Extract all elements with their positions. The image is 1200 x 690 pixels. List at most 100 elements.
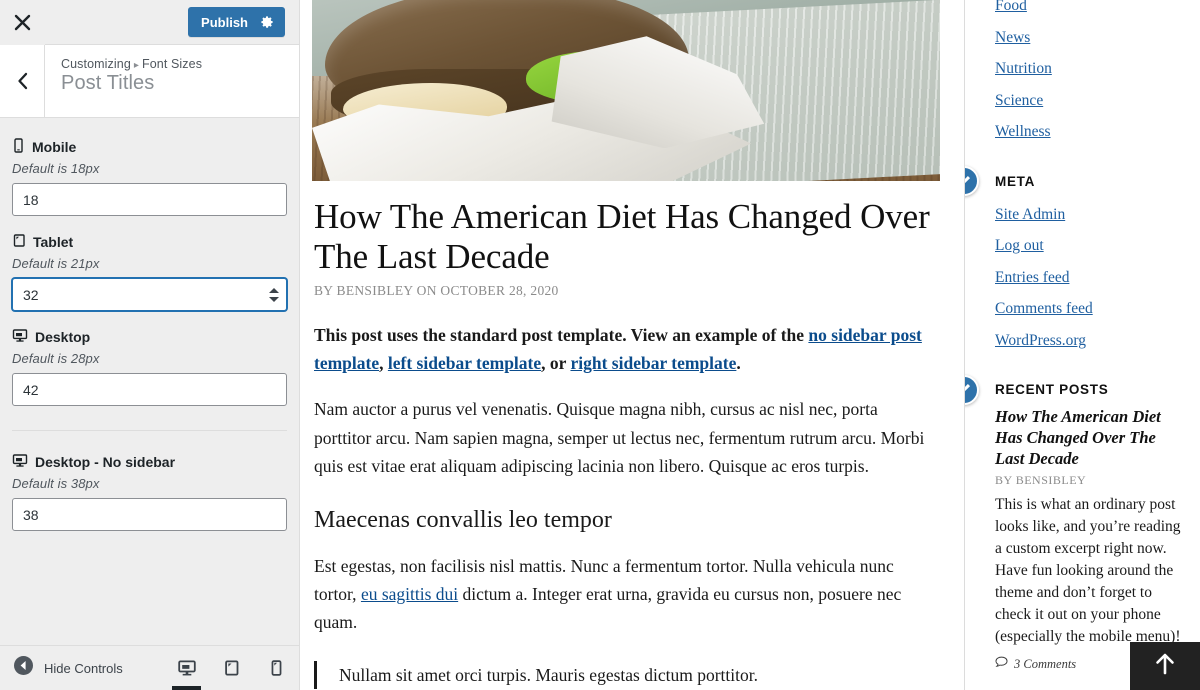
breadcrumb-separator: ▸ bbox=[133, 60, 139, 71]
link-eu-sagittis-dui[interactable]: eu sagittis dui bbox=[361, 584, 458, 604]
back-to-top-button[interactable] bbox=[1130, 642, 1200, 690]
sidebar-link-entries-feed[interactable]: Entries feed bbox=[995, 262, 1186, 294]
control-description-desktop: Default is 28px bbox=[12, 351, 100, 366]
number-stepper-tablet[interactable] bbox=[269, 287, 279, 302]
control-tablet: Tablet Default is 21px bbox=[12, 233, 287, 311]
breadcrumb-root: Customizing bbox=[61, 57, 131, 71]
recent-post-byline: BY BENSIBLEY bbox=[995, 473, 1087, 488]
widget-heading-text: RECENT POSTS bbox=[995, 382, 1109, 397]
control-label-tablet: Tablet bbox=[12, 233, 287, 251]
desktop-icon bbox=[12, 328, 28, 346]
post-paragraph-1: Nam auctor a purus vel venenatis. Quisqu… bbox=[314, 399, 925, 477]
font-size-input-desktop-no-sidebar[interactable] bbox=[12, 498, 287, 531]
device-button-mobile[interactable] bbox=[254, 646, 299, 690]
tablet-icon bbox=[12, 233, 26, 251]
control-desktop-no-sidebar: Desktop - No sidebar Default is 38px bbox=[12, 453, 287, 531]
input-wrap-mobile bbox=[12, 183, 287, 216]
control-description-mobile: Default is 18px bbox=[12, 161, 100, 176]
device-switcher bbox=[164, 646, 299, 690]
font-size-input-mobile[interactable] bbox=[12, 183, 287, 216]
mobile-icon bbox=[12, 138, 25, 156]
customizer-header: Customizing ▸ Font Sizes Post Titles bbox=[0, 45, 299, 118]
control-label-desktop-no-sidebar: Desktop - No sidebar bbox=[12, 453, 287, 471]
page-title: Post Titles bbox=[61, 72, 155, 94]
post-content-column: How The American Diet Has Changed Over T… bbox=[300, 0, 950, 690]
control-label-mobile: Mobile bbox=[12, 138, 287, 156]
post-featured-image bbox=[312, 0, 940, 181]
recent-post-title[interactable]: How The American Diet Has Changed Over T… bbox=[995, 407, 1186, 469]
control-description-tablet: Default is 21px bbox=[12, 256, 100, 271]
edit-pencil-icon[interactable] bbox=[965, 374, 979, 405]
collapse-arrow-icon[interactable] bbox=[14, 656, 33, 680]
sidebar-link-comments-feed[interactable]: Comments feed bbox=[995, 293, 1186, 325]
post-lead-paragraph: This post uses the standard post templat… bbox=[314, 321, 936, 378]
customizer-topbar: Publish bbox=[0, 0, 299, 45]
input-wrap-desktop bbox=[12, 373, 287, 406]
post-subheading: Maecenas convallis leo tempor bbox=[314, 506, 612, 533]
input-wrap-tablet bbox=[12, 278, 287, 311]
section-divider bbox=[12, 430, 287, 431]
font-size-input-tablet[interactable] bbox=[12, 278, 287, 311]
control-mobile: Mobile Default is 18px bbox=[12, 138, 287, 216]
comment-bubble-icon bbox=[995, 656, 1008, 672]
lead-mid-1: , bbox=[379, 353, 388, 374]
desktop-icon bbox=[12, 453, 28, 471]
sidebar-link-log-out[interactable]: Log out bbox=[995, 230, 1186, 262]
hide-controls-button[interactable]: Hide Controls bbox=[0, 656, 164, 680]
category-link-list: Food News Nutrition Science Wellness bbox=[995, 0, 1186, 148]
lead-suffix: . bbox=[736, 353, 741, 374]
lead-prefix: This post uses the standard post templat… bbox=[314, 324, 809, 345]
control-label-text: Mobile bbox=[32, 139, 77, 155]
link-right-sidebar-template[interactable]: right sidebar template bbox=[570, 353, 736, 373]
arrow-up-icon bbox=[1154, 652, 1176, 681]
control-label-text: Tablet bbox=[33, 234, 74, 250]
breadcrumb: Customizing ▸ Font Sizes bbox=[61, 57, 202, 71]
font-size-input-desktop[interactable] bbox=[12, 373, 287, 406]
gear-icon[interactable] bbox=[260, 15, 274, 29]
publish-label: Publish bbox=[201, 14, 248, 30]
customizer-footer: Hide Controls bbox=[0, 645, 299, 690]
post-title: How The American Diet Has Changed Over T… bbox=[314, 197, 930, 276]
meta-link-list: Site Admin Log out Entries feed Comments… bbox=[995, 199, 1186, 357]
device-button-tablet[interactable] bbox=[209, 646, 254, 690]
publish-button[interactable]: Publish bbox=[188, 7, 285, 37]
lead-mid-2: , or bbox=[541, 353, 571, 374]
customizer-controls: Mobile Default is 18px Tablet bbox=[0, 118, 299, 690]
control-description-desktop-no-sidebar: Default is 38px bbox=[12, 476, 100, 491]
control-label-text: Desktop - No sidebar bbox=[35, 454, 176, 470]
sidebar-link-science[interactable]: Science bbox=[995, 85, 1186, 117]
stepper-up-icon[interactable] bbox=[269, 287, 279, 293]
customizer-titles: Customizing ▸ Font Sizes Post Titles bbox=[45, 45, 202, 117]
sidebar-link-wordpress-org[interactable]: WordPress.org bbox=[995, 325, 1186, 357]
stepper-down-icon[interactable] bbox=[269, 296, 279, 302]
customizer-panel: Publish Customizing ▸ Font Sizes Post Ti… bbox=[0, 0, 300, 690]
widget-heading-recent-posts: RECENT POSTS bbox=[965, 374, 1186, 405]
post-paragraph-2: Est egestas, non facilisis nisl mattis. … bbox=[314, 552, 936, 637]
comment-count-label: 3 Comments bbox=[1014, 656, 1077, 671]
device-button-desktop[interactable] bbox=[164, 646, 209, 690]
sidebar-link-nutrition[interactable]: Nutrition bbox=[995, 53, 1186, 85]
sidebar-link-wellness[interactable]: Wellness bbox=[995, 116, 1186, 148]
post-byline: BY BENSIBLEY ON OCTOBER 28, 2020 bbox=[314, 282, 559, 298]
edit-pencil-icon[interactable] bbox=[965, 166, 979, 196]
site-sidebar: Food News Nutrition Science Wellness MET… bbox=[964, 0, 1200, 690]
close-icon[interactable] bbox=[0, 0, 45, 45]
control-label-text: Desktop bbox=[35, 329, 91, 345]
input-wrap-desktop-no-sidebar bbox=[12, 498, 287, 531]
sidebar-link-news[interactable]: News bbox=[995, 22, 1186, 54]
breadcrumb-section: Font Sizes bbox=[142, 57, 203, 71]
sidebar-link-site-admin[interactable]: Site Admin bbox=[995, 199, 1186, 231]
control-desktop: Desktop Default is 28px bbox=[12, 328, 287, 406]
link-left-sidebar-template[interactable]: left sidebar template bbox=[388, 353, 541, 373]
publish-area: Publish bbox=[45, 7, 299, 37]
widget-heading-meta: META bbox=[965, 166, 1186, 196]
site-preview: How The American Diet Has Changed Over T… bbox=[300, 0, 1200, 690]
widget-heading-text: META bbox=[995, 173, 1036, 189]
hide-controls-label: Hide Controls bbox=[44, 660, 123, 676]
recent-post-excerpt: This is what an ordinary post looks like… bbox=[995, 496, 1181, 646]
post-blockquote: Nullam sit amet orci turpis. Mauris eges… bbox=[314, 660, 936, 689]
customizer-screen: Publish Customizing ▸ Font Sizes Post Ti… bbox=[0, 0, 1200, 690]
chevron-left-icon[interactable] bbox=[0, 45, 45, 117]
control-label-desktop: Desktop bbox=[12, 328, 287, 346]
sidebar-link-food[interactable]: Food bbox=[995, 0, 1186, 22]
